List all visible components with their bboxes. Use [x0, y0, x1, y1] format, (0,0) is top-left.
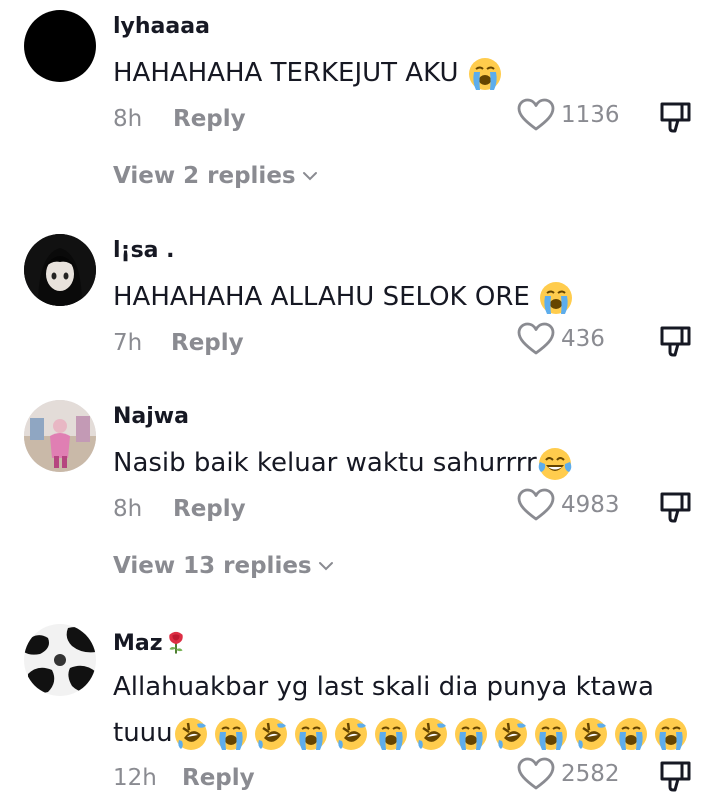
tears-of-joy-icon — [537, 446, 573, 482]
dislike-icon[interactable] — [658, 759, 694, 793]
rose-icon — [163, 628, 189, 656]
like-count: 2582 — [561, 761, 620, 787]
heart-icon — [517, 757, 555, 791]
rolling-on-floor-laughing-icon — [253, 716, 289, 752]
crying-face-icon — [453, 716, 489, 752]
avatar[interactable] — [24, 400, 96, 472]
comment-username[interactable]: Maz — [113, 628, 189, 656]
comment-text-content: HAHAHAHA ALLAHU SELOK ORE — [113, 282, 530, 312]
rolling-on-floor-laughing-icon — [173, 716, 209, 752]
crying-face-icon — [293, 716, 329, 752]
comment-time: 8h — [113, 496, 143, 522]
avatar[interactable] — [24, 234, 96, 306]
like-button[interactable]: 436 — [517, 322, 605, 356]
like-count: 436 — [561, 326, 605, 352]
heart-icon — [517, 322, 555, 356]
like-button[interactable]: 2582 — [517, 757, 620, 791]
avatar[interactable] — [24, 624, 96, 696]
comment-text-content: HAHAHAHA TERKEJUT AKU — [113, 58, 459, 88]
comment-text: Nasib baik keluar waktu sahurrrr — [113, 440, 573, 486]
crying-face-icon — [467, 56, 503, 92]
crying-face-icon — [373, 716, 409, 752]
dislike-icon[interactable] — [658, 100, 694, 134]
reply-button[interactable]: Reply — [173, 496, 246, 522]
chevron-down-icon — [318, 561, 334, 571]
rolling-on-floor-laughing-icon — [413, 716, 449, 752]
heart-icon — [517, 488, 555, 522]
reply-button[interactable]: Reply — [173, 106, 246, 132]
comment-time: 7h — [113, 330, 143, 356]
comment-username[interactable]: Najwa — [113, 404, 189, 429]
like-count: 4983 — [561, 492, 620, 518]
dislike-icon[interactable] — [658, 324, 694, 358]
comment-username[interactable]: l¡sa . — [113, 238, 175, 263]
like-count: 1136 — [561, 102, 620, 128]
comment-text-content: tuuu — [113, 718, 173, 748]
comment-text: HAHAHAHA TERKEJUT AKU — [113, 50, 503, 96]
rolling-on-floor-laughing-icon — [333, 716, 369, 752]
comment-text: HAHAHAHA ALLAHU SELOK ORE — [113, 274, 574, 320]
view-replies-label: View 2 replies — [113, 163, 296, 189]
rolling-on-floor-laughing-icon — [573, 716, 609, 752]
avatar[interactable] — [24, 10, 96, 82]
dislike-icon[interactable] — [658, 490, 694, 524]
comment-text-line-2: tuuu — [113, 710, 689, 756]
comment-username-text: Maz — [113, 631, 163, 656]
comment-text-content: Nasib baik keluar waktu sahurrrr — [113, 448, 537, 478]
crying-face-icon — [533, 716, 569, 752]
comment-text-line-1: Allahuakbar yg last skali dia punya ktaw… — [113, 672, 654, 702]
avatar-image — [24, 624, 96, 696]
comment-time: 12h — [113, 765, 157, 791]
like-button[interactable]: 1136 — [517, 98, 620, 132]
view-replies-label: View 13 replies — [113, 553, 312, 579]
comment-username[interactable]: lyhaaaa — [113, 14, 210, 39]
avatar-image — [24, 234, 96, 306]
heart-icon — [517, 98, 555, 132]
like-button[interactable]: 4983 — [517, 488, 620, 522]
chevron-down-icon — [302, 171, 318, 181]
rolling-on-floor-laughing-icon — [493, 716, 529, 752]
crying-face-icon — [213, 716, 249, 752]
crying-face-icon — [538, 280, 574, 316]
crying-face-icon — [653, 716, 689, 752]
avatar-image — [24, 400, 96, 472]
view-replies-button[interactable]: View 13 replies — [113, 553, 334, 579]
reply-button[interactable]: Reply — [171, 330, 244, 356]
comment-time: 8h — [113, 106, 143, 132]
view-replies-button[interactable]: View 2 replies — [113, 163, 318, 189]
reply-button[interactable]: Reply — [182, 765, 255, 791]
crying-face-icon — [613, 716, 649, 752]
